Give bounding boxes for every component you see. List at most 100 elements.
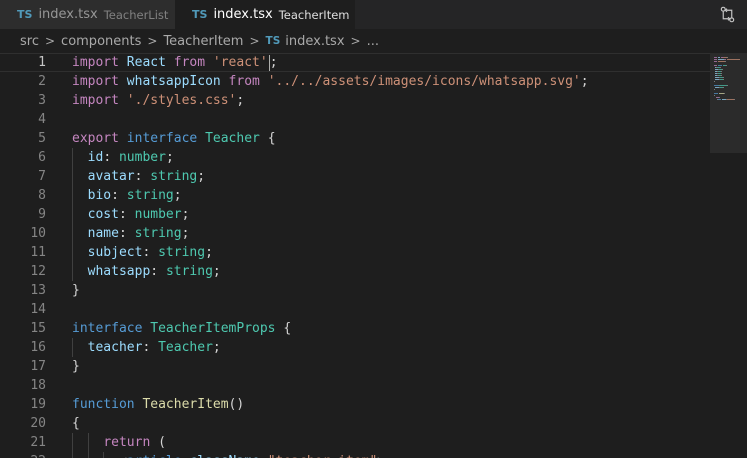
minimap-token — [719, 85, 727, 86]
code-line[interactable]: 22 <article className="teacher-item"> — [0, 452, 710, 458]
minimap-slider[interactable] — [710, 53, 747, 153]
code-text: interface TeacherItemProps { — [72, 319, 291, 338]
code-line[interactable]: 18 — [0, 376, 710, 395]
code-token: : — [142, 340, 159, 355]
code-line[interactable]: 15 interface TeacherItemProps { — [0, 319, 710, 338]
code-text: return ( — [72, 433, 166, 452]
line-number: 13 — [30, 283, 46, 298]
line-number: 22 — [6, 452, 46, 458]
line-number: 2 — [38, 74, 46, 89]
minimap-token — [714, 85, 719, 86]
code-token: whatsappIcon — [126, 74, 221, 89]
code-token: Teacher — [158, 340, 213, 355]
code-text: function TeacherItem() — [72, 395, 244, 414]
code-text: subject: string; — [72, 243, 213, 262]
tab-description: TeacherItem — [278, 7, 350, 22]
code-line[interactable]: 14 — [0, 300, 710, 319]
minimap-token — [727, 85, 728, 86]
code-line[interactable]: 20 { — [0, 414, 710, 433]
minimap-token — [714, 81, 715, 82]
code-line[interactable]: 8 bio: string; — [0, 186, 710, 205]
code-token: className — [189, 454, 259, 458]
line-number: 14 — [30, 302, 46, 317]
line-number: 20 — [30, 416, 46, 431]
code-token: 'react' — [212, 55, 268, 70]
compare-changes-icon[interactable] — [719, 6, 736, 23]
chevron-right-icon: > — [249, 34, 260, 48]
code-line[interactable]: 21 return ( — [0, 433, 710, 452]
code-line[interactable]: 1 import React from 'react'; — [0, 53, 710, 72]
chevron-right-icon: > — [44, 34, 56, 48]
code-line[interactable]: 9 cost: number; — [0, 205, 710, 224]
tab-filename: index.tsx — [213, 7, 273, 22]
minimap-token — [724, 61, 726, 62]
code-text: import './styles.css'; — [72, 91, 244, 110]
code-line[interactable]: 11 subject: string; — [0, 243, 710, 262]
code-line[interactable]: 2 import whatsappIcon from '../../assets/… — [0, 72, 710, 91]
code-token: avatar — [87, 169, 135, 184]
code-token: ; — [197, 169, 206, 184]
code-text: id: number; — [72, 148, 174, 167]
code-editor[interactable]: 1 import React from 'react'; 2 import whats… — [0, 53, 710, 458]
typescript-file-icon: TS — [192, 8, 208, 21]
breadcrumb-item-src[interactable]: src — [20, 34, 39, 49]
minimap-token — [722, 69, 723, 70]
breadcrumb: src > components > TeacherItem > TS inde… — [0, 29, 747, 53]
code-token: } — [72, 359, 80, 374]
tab-description: TeacherList — [103, 7, 169, 22]
tab-teacheritem-index[interactable]: TS index.tsx TeacherItem — [175, 0, 355, 29]
code-text: import React from 'react'; — [72, 54, 278, 71]
breadcrumb-item-components[interactable]: components — [61, 34, 141, 49]
code-line[interactable]: 19 function TeacherItem() — [0, 395, 710, 414]
code-token: : — [103, 150, 119, 165]
code-token: { — [259, 131, 276, 146]
line-number: 1 — [38, 55, 46, 70]
code-text: { — [72, 414, 80, 433]
minimap-token — [721, 75, 722, 76]
code-line[interactable]: 5 export interface Teacher { — [0, 129, 710, 148]
code-token: '../../assets/images/icons/whatsapp.svg' — [267, 74, 581, 89]
code-line[interactable]: 13} — [0, 281, 710, 300]
code-line[interactable]: 3 import './styles.css'; — [0, 91, 710, 110]
code-line[interactable]: 12 whatsapp: string; — [0, 262, 710, 281]
code-line[interactable]: 17} — [0, 357, 710, 376]
minimap-token — [717, 59, 724, 60]
line-number: 12 — [30, 264, 46, 279]
code-text: } — [72, 281, 80, 300]
line-number: 6 — [38, 150, 46, 165]
code-line[interactable]: 10 name: string; — [0, 224, 710, 243]
code-token: ; — [181, 226, 190, 241]
code-token: from — [173, 55, 206, 70]
breadcrumb-item-teacheritem[interactable]: TeacherItem — [163, 34, 243, 49]
code-token: ; — [181, 207, 190, 222]
minimap[interactable] — [710, 53, 747, 458]
minimap-token — [714, 95, 715, 96]
code-line[interactable]: 16 teacher: Teacher; — [0, 338, 710, 357]
code-text: teacher: Teacher; — [72, 338, 221, 357]
code-token: { — [275, 321, 292, 336]
code-line[interactable]: 6 id: number; — [0, 148, 710, 167]
minimap-token — [723, 87, 724, 88]
tab-teacherlist-index[interactable]: TS index.tsx TeacherList — [0, 0, 175, 29]
code-line[interactable]: 7 avatar: string; — [0, 167, 710, 186]
breadcrumb-item-file[interactable]: index.tsx — [285, 34, 344, 49]
code-token: bio — [87, 188, 112, 203]
code-token: < — [119, 454, 127, 458]
code-token: ; — [205, 245, 213, 260]
code-line[interactable]: 4 — [0, 110, 710, 129]
line-number: 8 — [38, 188, 46, 203]
breadcrumb-item-symbol[interactable]: ... — [367, 34, 379, 49]
code-token: './styles.css' — [126, 93, 237, 108]
code-token: ; — [173, 188, 182, 203]
line-number: 16 — [30, 340, 46, 355]
